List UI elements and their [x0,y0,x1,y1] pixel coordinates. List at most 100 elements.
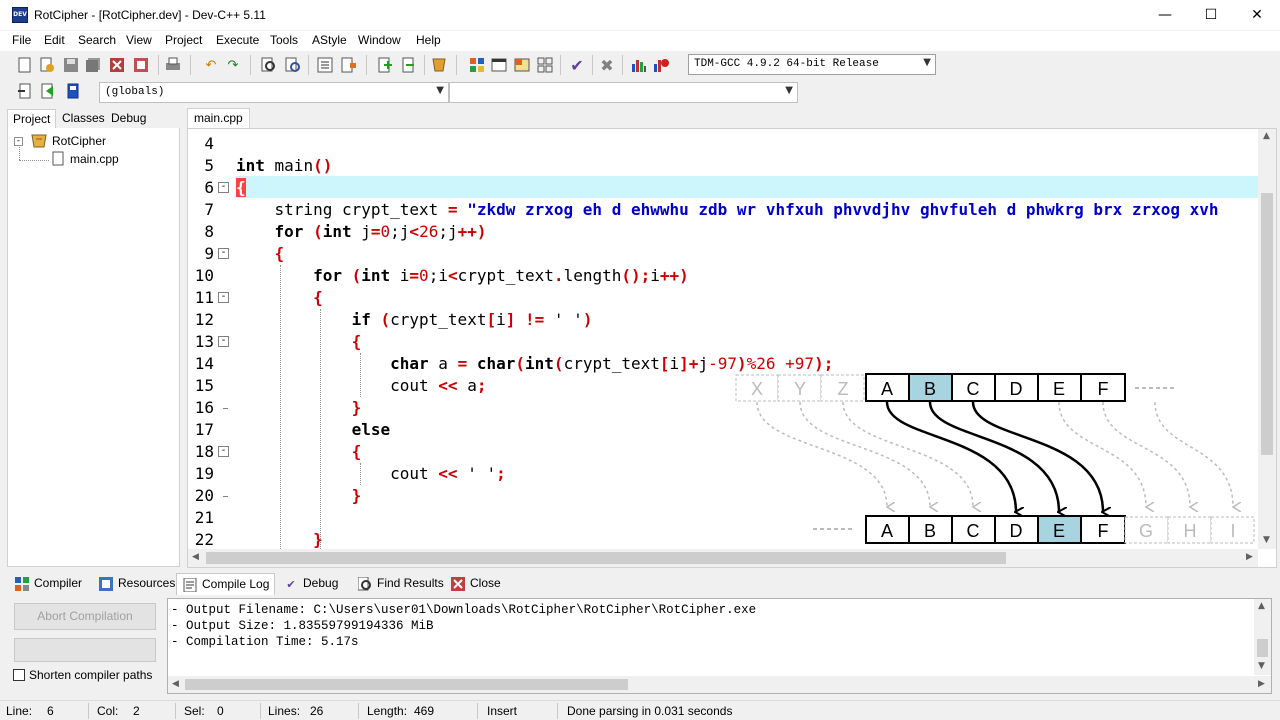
open-file-icon[interactable] [38,56,56,74]
scroll-thumb[interactable] [206,552,1006,564]
rebuild-all-icon[interactable] [536,56,554,74]
delete-profile-icon[interactable] [652,56,670,74]
compiler-select[interactable]: TDM-GCC 4.9.2 64-bit Release ▼ [688,54,936,75]
run-icon[interactable] [490,56,508,74]
save-icon[interactable] [62,56,80,74]
toolbar-separator [190,55,191,75]
scroll-left-icon[interactable]: ◀ [192,552,199,562]
scroll-left-icon[interactable]: ◀ [172,679,179,689]
code-symbol: ++) [659,266,689,285]
new-file-icon[interactable] [16,56,34,74]
menu-edit[interactable]: Edit [44,33,65,47]
code-line-7: string crypt_text = "zkdw zrxog eh d ehw… [236,199,1219,221]
menu-file[interactable]: File [12,33,31,47]
syntax-check-icon[interactable]: ✔ [568,56,586,75]
editor-horizontal-scrollbar[interactable]: ◀ ▶ [188,549,1258,567]
tab-close[interactable]: Close [445,573,506,595]
code-symbol: ; [476,376,487,395]
fold-toggle[interactable]: - [218,182,229,193]
line-gutter: 4 5 6 7 8 9 10 11 12 13 14 15 16 17 18 1… [188,129,236,549]
minimize-button[interactable]: — [1142,0,1188,30]
toolbar-separator [560,55,561,75]
log-horizontal-scrollbar[interactable]: ◀ ▶ [168,676,1271,693]
tab-project[interactable]: Project [7,109,57,128]
menu-view[interactable]: View [126,33,152,47]
fold-end-marker [223,496,228,497]
tab-compile-log-label: Compile Log [202,577,270,591]
replace-icon[interactable] [284,56,302,74]
chevron-down-icon: ▼ [436,85,444,96]
project-options-icon[interactable] [430,56,448,74]
line-number: 7 [204,200,214,219]
tab-debug-output[interactable]: ✔ Debug [278,573,343,595]
fold-toggle[interactable]: - [218,336,229,347]
fold-toggle[interactable]: - [218,292,229,303]
scroll-right-icon[interactable]: ▶ [1258,679,1265,689]
fold-toggle[interactable]: - [218,248,229,259]
maximize-button[interactable]: ☐ [1188,0,1234,30]
code-text: crypt_text [390,310,487,329]
abort-compilation-button[interactable]: Abort Compilation [14,603,156,630]
tree-project-name[interactable]: RotCipher [52,134,106,148]
faded-letter: X [751,379,763,399]
redo-icon[interactable]: ↷ [224,56,242,74]
close-window-button[interactable]: ✕ [1234,0,1280,30]
line-number: 6 [204,178,214,197]
scroll-up-icon[interactable]: ▲ [1263,131,1270,141]
find-icon[interactable] [260,56,278,74]
print-icon[interactable] [164,56,182,74]
letter: F [1098,379,1109,399]
goto-declaration-icon[interactable] [64,82,82,100]
code-text: main [264,156,314,175]
symbol-select[interactable]: ▼ [449,82,798,103]
tree-collapse-toggle[interactable]: - [14,137,23,146]
close-file-icon[interactable] [108,56,126,74]
menu-project[interactable]: Project [165,33,202,47]
scroll-up-icon[interactable]: ▲ [1258,601,1265,611]
close-all-icon[interactable] [132,56,150,74]
tab-compile-log[interactable]: Compile Log [176,573,276,595]
menu-window[interactable]: Window [358,33,401,47]
stop-execution-icon[interactable]: ✖ [598,56,616,75]
status-length-value: 469 [414,704,435,718]
insert-icon[interactable] [16,82,34,100]
menu-execute[interactable]: Execute [216,33,259,47]
menu-help[interactable]: Help [416,33,441,47]
undo-icon[interactable]: ↶ [202,56,220,74]
tab-resources-label: Resources [118,576,176,590]
scope-select[interactable]: (globals) ▼ [99,82,449,103]
shorten-paths-checkbox[interactable] [13,669,25,681]
menu-search[interactable]: Search [78,33,116,47]
code-text: ;j [390,222,410,241]
tab-main-cpp[interactable]: main.cpp [187,108,250,128]
code-line-6: { [236,177,246,199]
letter: E [1053,521,1065,541]
code-symbol: < [447,266,458,285]
tab-classes[interactable]: Classes [57,109,110,128]
save-all-icon[interactable] [84,56,102,74]
tab-debug[interactable]: Debug [106,109,151,128]
scroll-thumb[interactable] [185,679,628,690]
menu-tools[interactable]: Tools [270,33,298,47]
remove-from-project-icon[interactable] [400,56,418,74]
scroll-down-icon[interactable]: ▼ [1258,661,1265,671]
menu-astyle[interactable]: AStyle [312,33,347,47]
log-vertical-scrollbar[interactable]: ▲ ▼ [1254,599,1271,675]
faded-letter: Z [838,379,849,399]
compile-run-icon[interactable] [513,56,531,74]
add-to-project-icon[interactable] [376,56,394,74]
tab-resources[interactable]: Resources [93,573,180,595]
scroll-right-icon[interactable]: ▶ [1246,552,1253,562]
tab-find-results[interactable]: Find Results [352,573,449,595]
compile-icon[interactable] [468,56,486,74]
compile-log[interactable]: - Output Filename: C:\Users\user01\Downl… [167,598,1272,694]
scroll-thumb[interactable] [1257,639,1268,657]
tab-compiler[interactable]: Compiler [9,573,87,595]
toggle-breakpoint-icon[interactable] [40,82,58,100]
tree-file-main-cpp[interactable]: main.cpp [70,152,119,166]
fold-toggle[interactable]: - [218,446,229,457]
profile-analysis-icon[interactable] [630,56,648,74]
toggle-bookmark-icon[interactable] [340,56,358,74]
code-symbol: != [515,310,554,329]
goto-line-icon[interactable] [316,56,334,74]
